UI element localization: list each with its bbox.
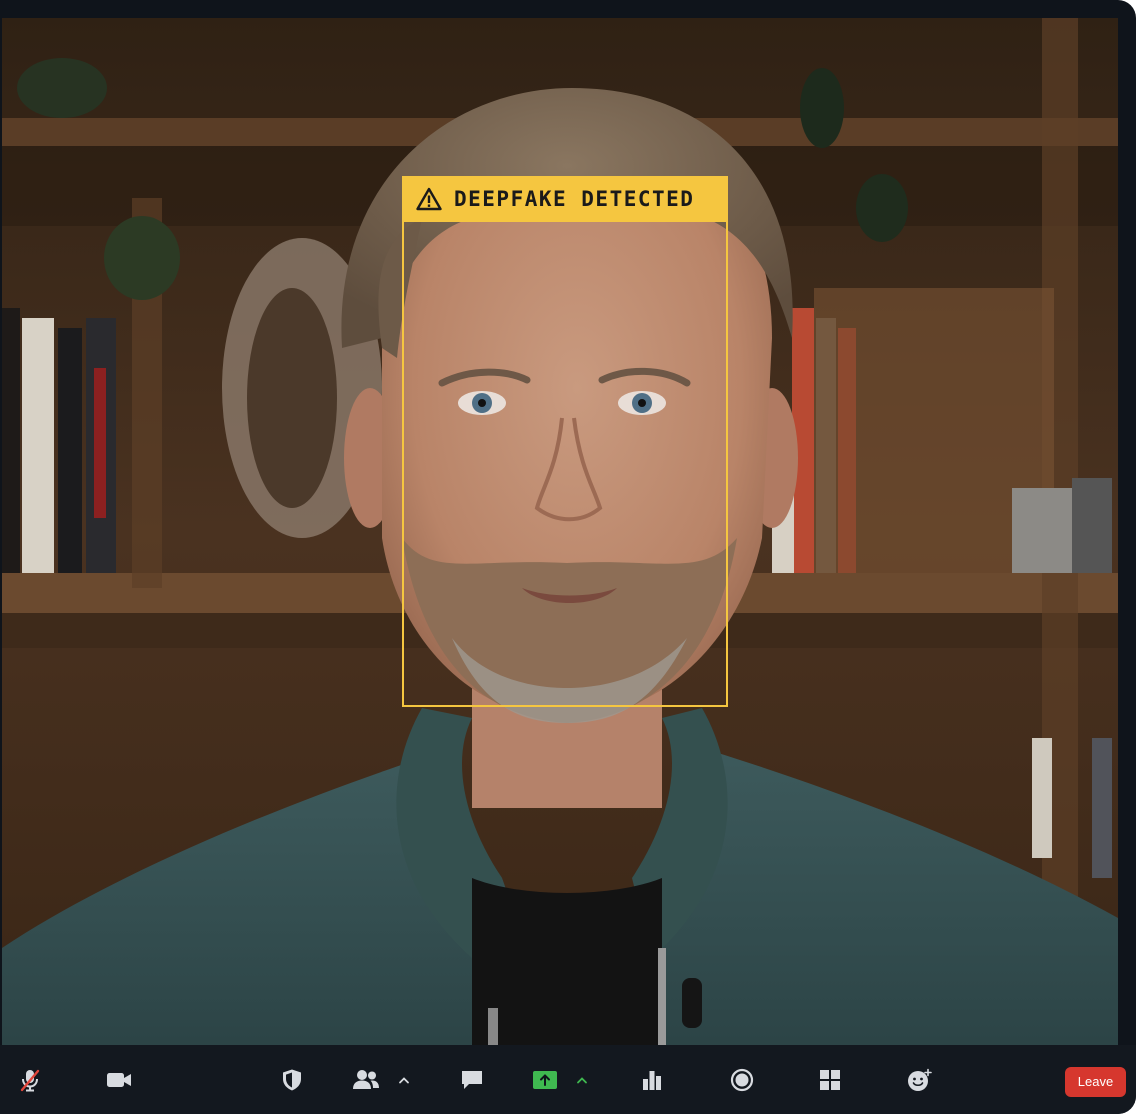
record-button[interactable] (724, 1045, 760, 1114)
reactions-icon (907, 1068, 933, 1092)
deepfake-warning-label: DEEPFAKE DETECTED (402, 176, 728, 222)
participant-video: DEEPFAKE DETECTED (2, 18, 1118, 1045)
microphone-muted-icon (19, 1068, 41, 1092)
chat-button[interactable] (454, 1045, 490, 1114)
chat-icon (460, 1069, 484, 1091)
warning-triangle-icon (416, 187, 442, 211)
bar-chart-icon (641, 1069, 663, 1091)
shield-icon (281, 1068, 303, 1092)
video-button[interactable] (100, 1045, 138, 1114)
deepfake-warning-text: DEEPFAKE DETECTED (454, 187, 695, 211)
meeting-window: DEEPFAKE DETECTED Leave (0, 0, 1136, 1114)
record-icon (730, 1068, 754, 1092)
deepfake-detection-box: DEEPFAKE DETECTED (402, 176, 728, 707)
video-camera-icon (106, 1071, 132, 1089)
mute-button[interactable] (12, 1045, 48, 1114)
face-bounding-box (402, 222, 728, 707)
participants-options-button[interactable] (394, 1045, 414, 1114)
participants-button[interactable] (348, 1045, 384, 1114)
leave-button[interactable]: Leave (1065, 1067, 1126, 1097)
meeting-toolbar (0, 1045, 1136, 1114)
apps-button[interactable] (812, 1045, 848, 1114)
share-screen-button[interactable] (528, 1045, 562, 1114)
reactions-button[interactable] (902, 1045, 938, 1114)
share-screen-icon (532, 1070, 558, 1090)
polls-button[interactable] (634, 1045, 670, 1114)
apps-grid-icon (819, 1069, 841, 1091)
chevron-up-icon (398, 1076, 410, 1084)
chevron-up-icon (576, 1076, 588, 1084)
security-button[interactable] (274, 1045, 310, 1114)
share-options-button[interactable] (572, 1045, 592, 1114)
participants-icon (352, 1069, 380, 1091)
